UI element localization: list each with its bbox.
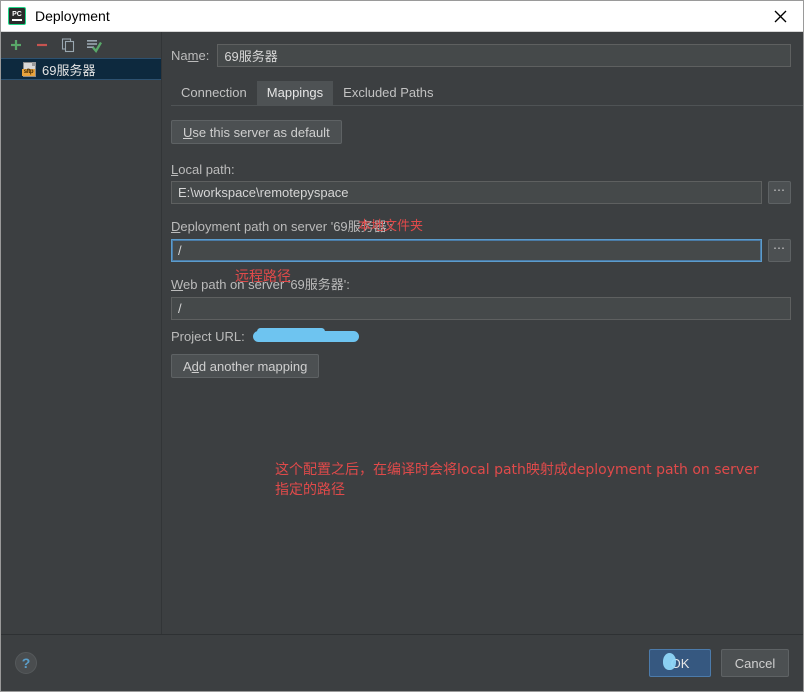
copy-icon[interactable] xyxy=(59,36,77,54)
deployment-dialog: PC Deployment sftp 69服务器 Name: 69服务器 Con… xyxy=(0,0,804,692)
annotation-note-line2: 指定的路径 xyxy=(275,482,345,498)
check-icon[interactable] xyxy=(85,36,103,54)
servers-panel: sftp 69服务器 xyxy=(1,32,162,634)
tab-mappings[interactable]: Mappings xyxy=(256,81,334,105)
tab-excluded-paths[interactable]: Excluded Paths xyxy=(333,81,443,105)
deployment-path-label: Deployment path on server '69服务器': xyxy=(171,219,393,234)
servers-toolbar xyxy=(1,32,161,58)
plus-icon[interactable] xyxy=(7,36,25,54)
local-path-row: E:\workspace\remotepyspace ⋯ xyxy=(171,181,791,204)
project-url-redaction xyxy=(252,328,359,342)
tab-connection[interactable]: Connection xyxy=(171,81,257,105)
use-server-as-default-button[interactable]: Use this server as default xyxy=(171,120,342,144)
settings-tabs: Connection Mappings Excluded Paths xyxy=(171,81,803,106)
local-path-input[interactable]: E:\workspace\remotepyspace xyxy=(171,181,762,204)
minus-icon[interactable] xyxy=(33,36,51,54)
add-another-mapping-button[interactable]: Add another mapping xyxy=(171,354,320,378)
sidebar-item-server[interactable]: sftp 69服务器 xyxy=(1,58,161,80)
sftp-file-icon: sftp xyxy=(22,61,36,77)
cancel-button[interactable]: Cancel xyxy=(721,649,789,677)
annotation-note-line1: 这个配置之后，在编译时会将local path映射成deployment pat… xyxy=(275,462,759,478)
close-icon[interactable] xyxy=(757,1,803,31)
ok-button[interactable]: OK xyxy=(649,649,711,677)
name-input[interactable]: 69服务器 xyxy=(217,44,791,67)
mouse-cursor-icon xyxy=(663,653,676,670)
web-path-row: / xyxy=(171,297,791,320)
mappings-panel: Use this server as default Local path: E… xyxy=(162,120,803,378)
local-path-browse-button[interactable]: ⋯ xyxy=(768,181,791,204)
pycharm-logo-icon: PC xyxy=(8,7,26,25)
project-url-label: Project URL: xyxy=(171,329,245,344)
annotation-note: 这个配置之后，在编译时会将local path映射成deployment pat… xyxy=(275,460,803,500)
deployment-path-row: / ⋯ xyxy=(171,239,791,262)
dialog-content: sftp 69服务器 Name: 69服务器 Connection Mappin… xyxy=(1,32,803,635)
name-label: Name: xyxy=(171,48,210,63)
title-bar: PC Deployment xyxy=(1,1,803,32)
footer-buttons: OK Cancel xyxy=(649,649,789,677)
server-settings-panel: Name: 69服务器 Connection Mappings Excluded… xyxy=(162,32,803,634)
window-title: Deployment xyxy=(35,8,110,24)
help-icon[interactable]: ? xyxy=(15,652,37,674)
project-url-row: Project URL: xyxy=(171,328,791,344)
name-row: Name: 69服务器 xyxy=(162,32,803,67)
sidebar-item-label: 69服务器 xyxy=(42,62,96,78)
deployment-path-browse-button[interactable]: ⋯ xyxy=(768,239,791,262)
web-path-input[interactable]: / xyxy=(171,297,791,320)
local-path-label: Local path: xyxy=(171,162,235,177)
deployment-path-input[interactable]: / xyxy=(171,239,762,262)
web-path-label: Web path on server '69服务器': xyxy=(171,277,350,292)
dialog-footer: ? OK Cancel xyxy=(1,635,803,691)
